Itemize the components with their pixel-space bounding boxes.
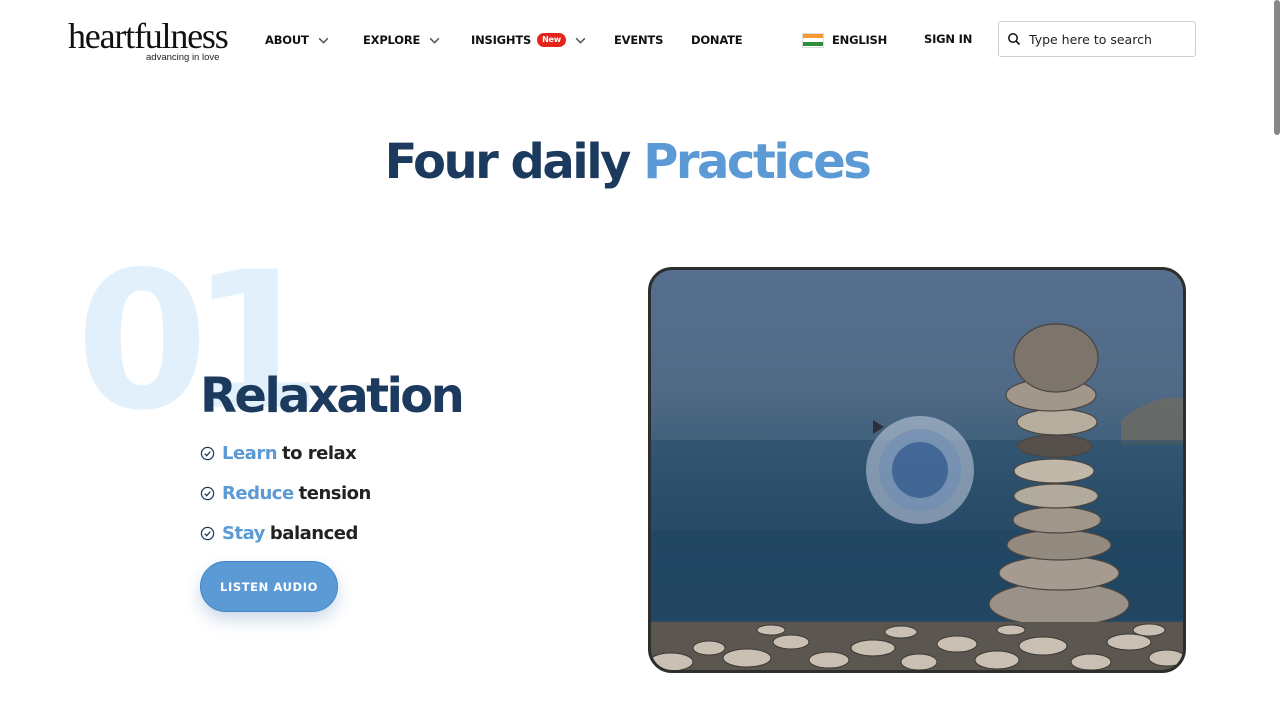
search-icon[interactable]: [1007, 32, 1021, 46]
section-title: Four daily Practices: [0, 134, 1254, 190]
benefit-highlight: Stay: [222, 522, 265, 544]
nav-insights[interactable]: INSIGHTS New: [471, 31, 587, 49]
nav-events[interactable]: EVENTS: [614, 31, 663, 49]
logo-wordmark: heartfulness: [68, 16, 229, 56]
search-box: [998, 21, 1196, 57]
practice-video[interactable]: [648, 267, 1186, 673]
benefit-text: tension: [298, 482, 372, 504]
nav-donate[interactable]: DONATE: [691, 31, 743, 49]
sign-in-link[interactable]: SIGN IN: [924, 32, 972, 46]
benefit-highlight: Reduce: [222, 482, 294, 504]
check-circle-icon: [200, 486, 215, 500]
nav-events-label: EVENTS: [614, 33, 664, 47]
play-icon: [873, 420, 884, 434]
check-circle-icon: [200, 446, 215, 460]
benefit-highlight: Learn: [222, 442, 278, 464]
section-title-primary: Four daily: [384, 134, 632, 190]
practice-title: Relaxation: [200, 368, 465, 424]
play-button[interactable]: [866, 416, 974, 524]
language-label: ENGLISH: [832, 33, 888, 47]
chevron-down-icon: [318, 37, 328, 44]
nav-about[interactable]: ABOUT: [265, 31, 330, 49]
new-badge: New: [537, 33, 566, 47]
page-scrollbar[interactable]: [1274, 0, 1280, 135]
benefit-text: balanced: [269, 522, 358, 544]
search-input[interactable]: [1027, 30, 1191, 48]
logo-tagline: advancing in love: [146, 52, 220, 63]
benefit-item: Stay balanced: [200, 521, 358, 545]
nav-insights-label: INSIGHTS: [471, 33, 532, 47]
india-flag-icon: [802, 32, 824, 48]
section-title-accent: Practices: [643, 134, 872, 190]
play-button-core: [873, 420, 948, 498]
benefit-item: Learn to relax: [200, 441, 357, 465]
language-selector[interactable]: ENGLISH: [802, 31, 887, 49]
nav-donate-label: DONATE: [691, 33, 743, 47]
listen-audio-button[interactable]: LISTEN AUDIO: [200, 561, 338, 612]
check-circle-icon: [200, 526, 215, 540]
benefit-text: to relax: [282, 442, 357, 464]
play-button-ring: [873, 420, 961, 511]
benefit-item: Reduce tension: [200, 481, 371, 505]
nav-explore[interactable]: EXPLORE: [363, 31, 441, 49]
chevron-down-icon: [575, 37, 586, 44]
nav-explore-label: EXPLORE: [363, 33, 421, 47]
nav-about-label: ABOUT: [265, 33, 309, 47]
logo[interactable]: heartfulness advancing in love: [68, 16, 232, 64]
chevron-down-icon: [429, 37, 440, 44]
